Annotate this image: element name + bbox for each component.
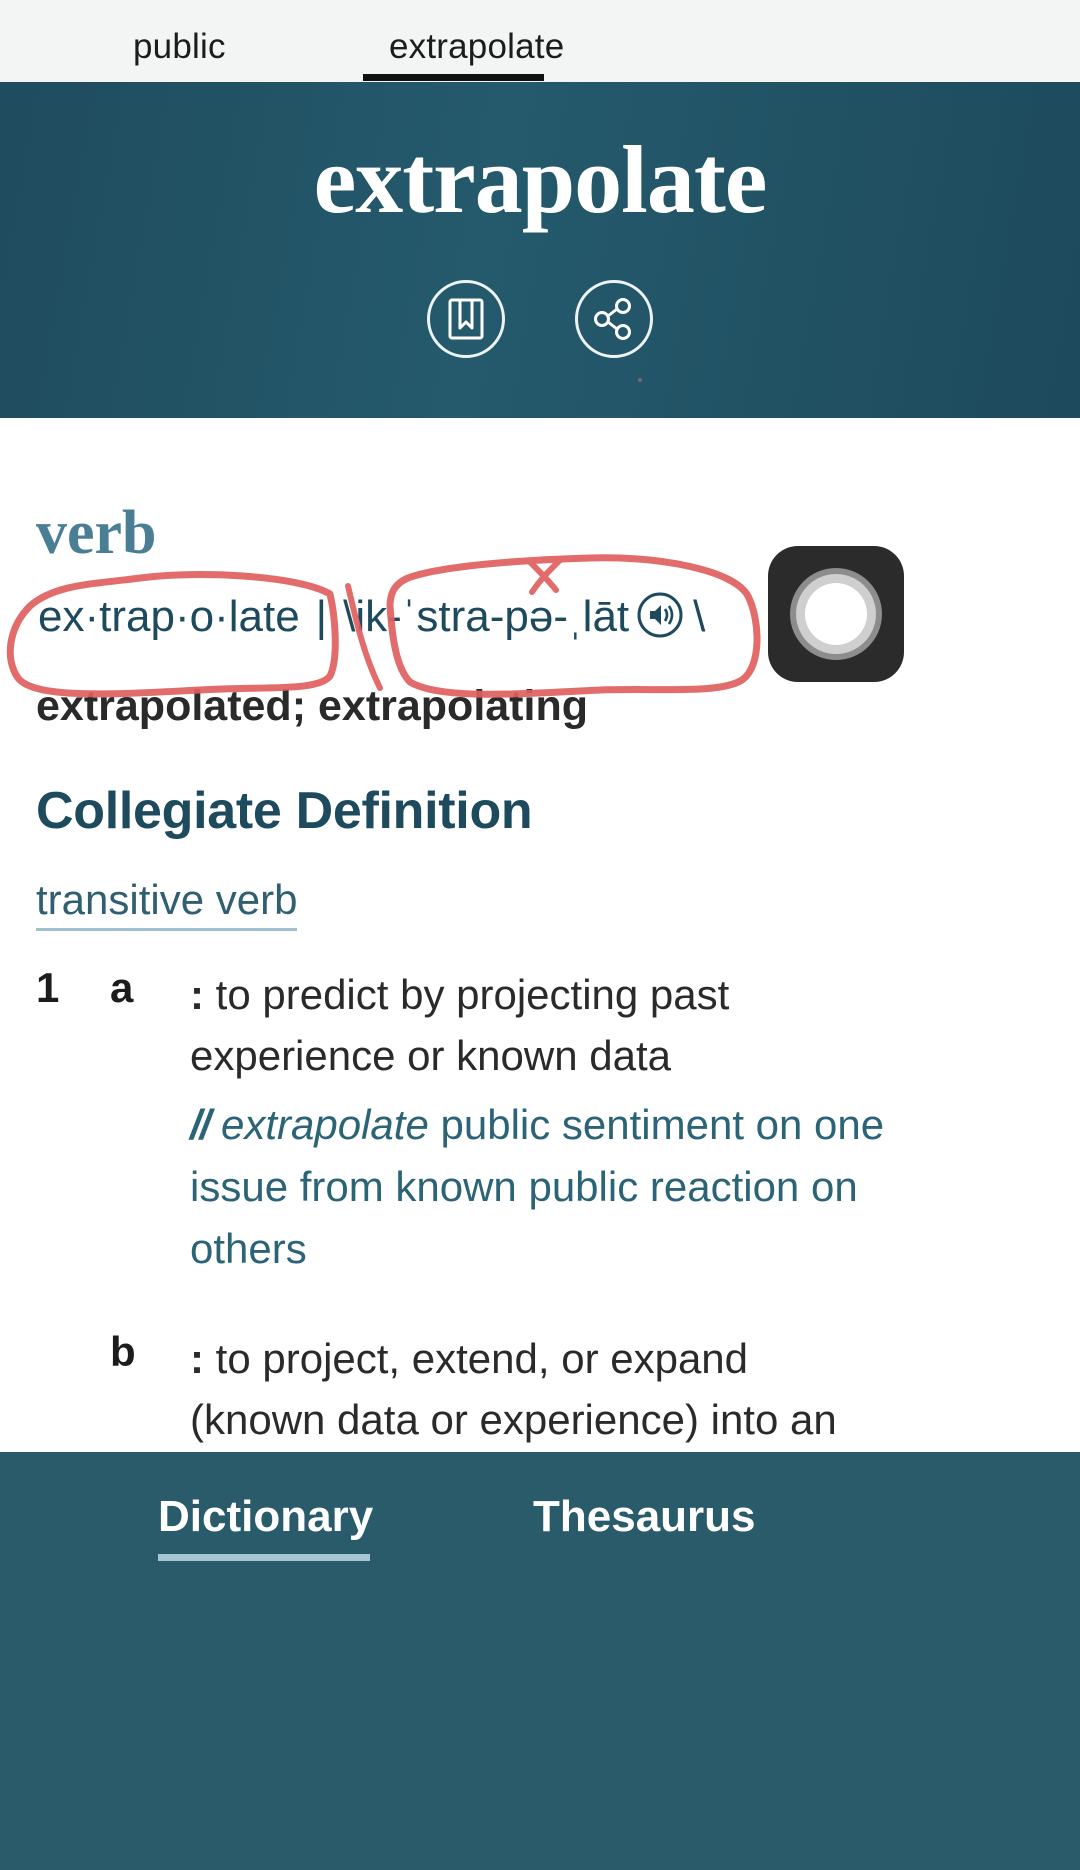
inflection-past: extrapolated [36,682,292,730]
bottom-nav-dictionary[interactable]: Dictionary [158,1492,373,1542]
sense-letter: b [110,1328,136,1375]
sense-colon: : [190,971,204,1018]
pronunciation-close-slash: \ [693,592,706,641]
sense-text-body: to predict by projecting past experience… [190,971,730,1079]
dictionary-app-screen: public extrapolate extrapolate verb ex·t… [0,0,1080,1870]
inflected-forms: extrapolated; extrapolating [36,682,588,731]
recording-core [805,583,867,645]
pronunciation-open-slash: \ [343,592,356,641]
sense-letter: a [110,964,134,1011]
sense-definition-text: : to predict by projecting past experien… [190,964,890,1086]
sense-colon: : [190,1335,204,1382]
inflection-present-participle: extrapolating [317,682,588,730]
tab-active-indicator [363,74,544,81]
sense-example: // extrapolate public sentiment on one i… [190,1094,890,1280]
screen-recording-indicator[interactable] [768,546,904,682]
recording-ring-mid [796,574,876,654]
browser-tab-strip: public extrapolate [0,0,1080,94]
tab-public[interactable]: public [107,0,252,94]
hero-stray-dot [638,378,642,382]
entry-body: verb ex·trap·o·late | \ik-ˈstra-pə-ˌlāt \ … [0,418,1080,1450]
headword-pronunciation-line: ex·trap·o·late | \ik-ˈstra-pə-ˌlāt \ [38,592,705,648]
bottom-nav-active-indicator [158,1554,370,1561]
entry-hero-header: extrapolate [0,82,1080,418]
bottom-nav-thesaurus-label: Thesaurus [533,1492,756,1541]
hero-action-row [0,280,1080,358]
page-title: extrapolate [313,126,768,233]
syllabification: ex·trap·o·late [38,592,300,641]
functional-label-link[interactable]: transitive verb [36,877,298,932]
bottom-navigation-bar: Dictionary Thesaurus [0,1452,1080,1870]
bookmark-icon[interactable] [427,280,505,358]
speaker-icon[interactable] [637,592,683,648]
tab-extrapolate-label: extrapolate [389,27,565,66]
sense-number: 1 [36,964,60,1011]
definition-section-title: Collegiate Definition [36,782,533,840]
pronunciation: ik-ˈstra-pə-ˌlāt [355,592,630,641]
share-icon[interactable] [575,280,653,358]
inflection-separator: ; [291,682,307,730]
recording-ring-outer [790,568,882,660]
bottom-nav-dictionary-label: Dictionary [158,1492,374,1541]
part-of-speech-label: verb [36,499,157,567]
sense-text-body: to project, extend, or expand (known dat… [190,1335,837,1443]
headword-separator: | [315,592,328,641]
tab-public-label: public [133,27,226,66]
sense-definition-text: : to project, extend, or expand (known d… [190,1328,890,1450]
bottom-nav-thesaurus[interactable]: Thesaurus [533,1492,756,1542]
example-marker: // [190,1101,211,1148]
example-headword: extrapolate [221,1101,429,1148]
